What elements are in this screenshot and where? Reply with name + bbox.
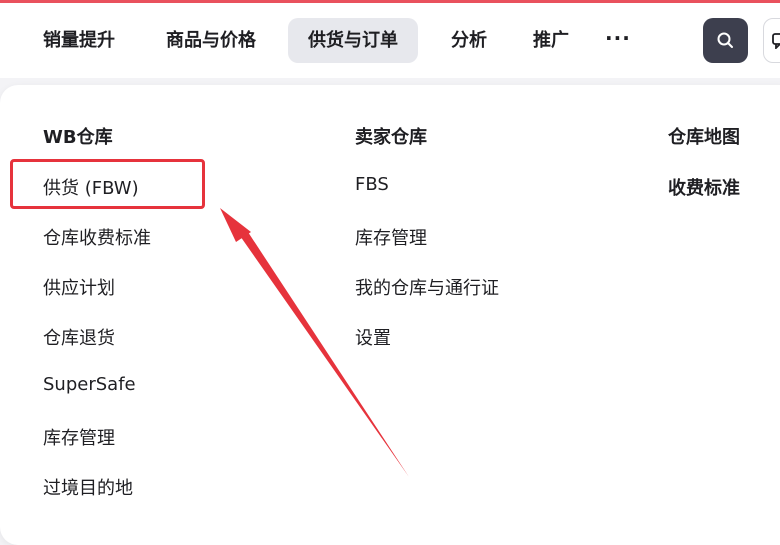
menu-item-warehouse-map[interactable]: 仓库地图 xyxy=(668,123,740,149)
nav-item-sales-growth[interactable]: 销量提升 xyxy=(43,18,115,63)
menu-item-fee-standards[interactable]: 收费标准 xyxy=(668,174,740,200)
message-icon xyxy=(772,33,780,49)
nav-item-products-prices[interactable]: 商品与价格 xyxy=(166,18,256,63)
column-heading: 卖家仓库 xyxy=(355,127,427,148)
menu-item-supersafe[interactable]: SuperSafe xyxy=(43,374,136,395)
search-button[interactable] xyxy=(703,18,748,63)
column-heading: WB仓库 xyxy=(43,127,113,148)
nav-item-supply-orders[interactable]: 供货与订单 xyxy=(288,18,418,63)
nav-item-promotion[interactable]: 推广 xyxy=(533,18,569,63)
menu-item-warehouse-fees[interactable]: 仓库收费标准 xyxy=(43,224,151,250)
annotation-highlight-box xyxy=(10,159,205,209)
menu-item-seller-inventory[interactable]: 库存管理 xyxy=(355,224,427,250)
search-icon xyxy=(717,32,733,48)
menu-item-fbs[interactable]: FBS xyxy=(355,174,389,195)
supply-orders-dropdown: WB仓库 供货 (FBW) 仓库收费标准 供应计划 仓库退货 SuperSafe… xyxy=(0,85,780,545)
menu-item-inventory-management[interactable]: 库存管理 xyxy=(43,424,115,450)
nav-item-analytics[interactable]: 分析 xyxy=(451,18,487,63)
more-menu-button[interactable]: ··· xyxy=(605,18,631,63)
menu-item-settings[interactable]: 设置 xyxy=(355,324,391,350)
message-button[interactable] xyxy=(763,18,780,63)
menu-item-supply-plan[interactable]: 供应计划 xyxy=(43,274,115,300)
menu-item-transit-destination[interactable]: 过境目的地 xyxy=(43,474,133,500)
menu-item-warehouse-returns[interactable]: 仓库退货 xyxy=(43,324,115,350)
top-navigation: 销量提升 商品与价格 供货与订单 分析 推广 ··· xyxy=(0,3,780,78)
menu-item-my-warehouses-passes[interactable]: 我的仓库与通行证 xyxy=(355,274,499,300)
